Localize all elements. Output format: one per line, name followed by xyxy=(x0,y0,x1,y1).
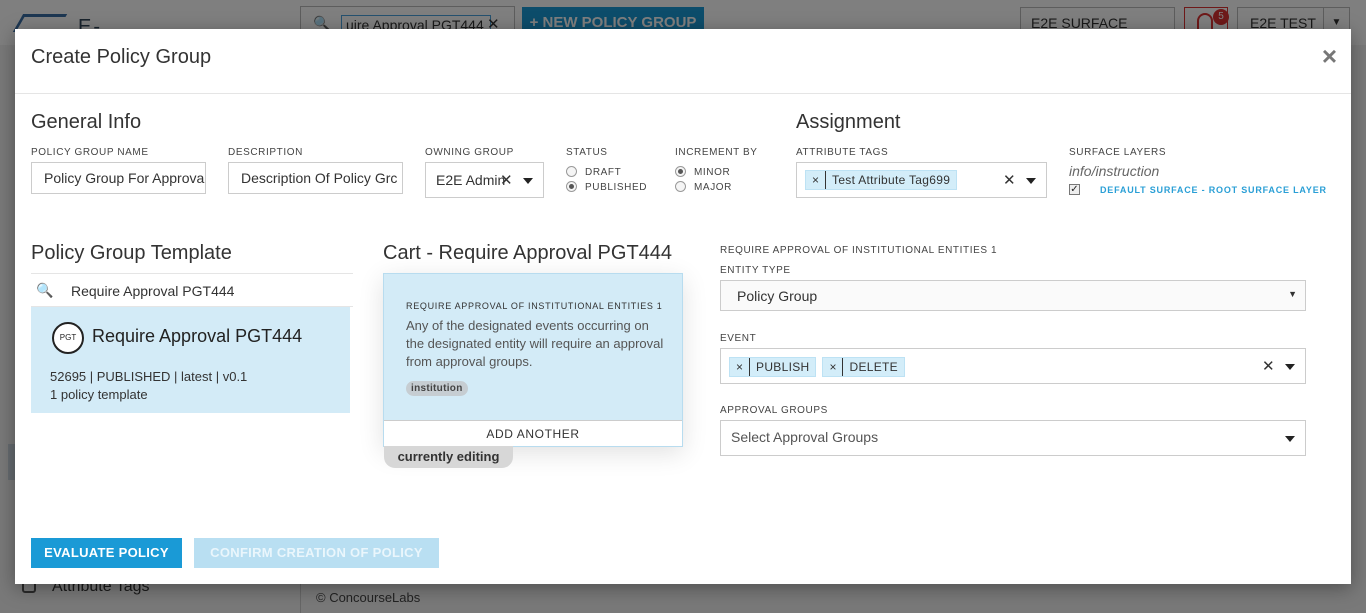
increment-minor-radio[interactable] xyxy=(675,166,686,177)
status-option-draft[interactable]: DRAFT xyxy=(566,166,621,178)
evaluate-policy-button[interactable]: EVALUATE POLICY xyxy=(31,538,182,568)
template-search-input[interactable]: Require Approval PGT444 xyxy=(71,283,234,299)
entity-type-label: ENTITY TYPE xyxy=(720,265,791,276)
add-another-button[interactable]: ADD ANOTHER xyxy=(384,420,682,446)
chevron-down-icon[interactable] xyxy=(523,178,533,184)
event-label: EVENT xyxy=(720,333,757,344)
status-published-label: PUBLISHED xyxy=(585,182,648,193)
config-heading: REQUIRE APPROVAL OF INSTITUTIONAL ENTITI… xyxy=(720,245,998,256)
template-section-title: Policy Group Template xyxy=(31,242,232,264)
pgt-logo-icon: PGT xyxy=(52,322,84,354)
general-info-title: General Info xyxy=(31,111,142,133)
approval-groups-label: APPROVAL GROUPS xyxy=(720,405,828,416)
modal-header: Create Policy Group × xyxy=(15,29,1351,94)
event-tag-label: PUBLISH xyxy=(756,360,810,374)
status-draft-radio[interactable] xyxy=(566,166,577,177)
close-icon[interactable]: × xyxy=(1322,43,1337,69)
event-tags: × PUBLISH × DELETE xyxy=(729,357,911,377)
surface-layers-label: SURFACE LAYERS xyxy=(1069,147,1167,158)
search-icon: 🔍 xyxy=(36,282,54,298)
remove-tag-icon[interactable]: × xyxy=(730,358,751,376)
clear-owning-group-icon[interactable]: ✕ xyxy=(500,173,513,188)
status-option-published[interactable]: PUBLISHED xyxy=(566,181,647,193)
confirm-creation-button[interactable]: CONFIRM CREATION OF POLICY xyxy=(194,538,439,568)
chevron-down-icon[interactable] xyxy=(1285,364,1295,370)
event-tag-chip: × PUBLISH xyxy=(729,357,817,377)
template-meta: 52695 | PUBLISHED | latest | v0.1 xyxy=(50,369,248,384)
assignment-title: Assignment xyxy=(796,111,901,133)
cart-item-card[interactable]: REQUIRE APPROVAL OF INSTITUTIONAL ENTITI… xyxy=(383,273,683,447)
entity-type-select[interactable]: Policy Group ▼ xyxy=(720,280,1306,311)
increment-option-major[interactable]: MAJOR xyxy=(675,181,732,193)
remove-tag-icon[interactable]: × xyxy=(806,171,827,189)
currently-editing-badge: currently editing xyxy=(384,446,513,468)
event-tag-label: DELETE xyxy=(849,360,898,374)
owning-group-value: E2E Admin xyxy=(436,172,506,188)
cart-item-title: REQUIRE APPROVAL OF INSTITUTIONAL ENTITI… xyxy=(406,301,663,311)
increment-major-radio[interactable] xyxy=(675,181,686,192)
increment-major-label: MAJOR xyxy=(694,182,732,193)
policy-group-name-input[interactable]: Policy Group For Approva xyxy=(31,162,206,194)
status-draft-label: DRAFT xyxy=(585,167,622,178)
event-tag-chip: × DELETE xyxy=(822,357,905,377)
approval-groups-select[interactable]: Select Approval Groups xyxy=(720,420,1306,456)
chevron-down-icon[interactable] xyxy=(1026,178,1036,184)
status-published-radio[interactable] xyxy=(566,181,577,192)
surface-layer-checkbox[interactable]: ✓ xyxy=(1069,184,1080,195)
attribute-tag-chip: × Test Attribute Tag699 xyxy=(805,170,958,190)
template-card[interactable]: PGT Require Approval PGT444 52695 | PUBL… xyxy=(31,307,350,413)
modal-title: Create Policy Group xyxy=(31,46,212,68)
increment-minor-label: MINOR xyxy=(694,167,731,178)
cart-item-description: Any of the designated events occurring o… xyxy=(406,318,664,369)
attribute-tags-select[interactable]: × Test Attribute Tag699 ✕ xyxy=(796,162,1047,198)
chevron-down-icon[interactable]: ▼ xyxy=(1288,289,1297,299)
template-search[interactable]: 🔍 Require Approval PGT444 xyxy=(31,273,353,307)
policy-group-name-label: POLICY GROUP NAME xyxy=(31,147,149,158)
remove-tag-icon[interactable]: × xyxy=(823,358,844,376)
status-label: STATUS xyxy=(566,147,608,158)
clear-events-icon[interactable]: ✕ xyxy=(1262,359,1275,374)
attribute-tags-label: ATTRIBUTE TAGS xyxy=(796,147,889,158)
description-input[interactable]: Description Of Policy Grc xyxy=(228,162,403,194)
template-name: Require Approval PGT444 xyxy=(92,326,303,346)
entity-type-value: Policy Group xyxy=(737,288,818,304)
surface-layers-hint: info/instruction xyxy=(1069,163,1160,179)
increment-by-label: INCREMENT BY xyxy=(675,147,758,158)
template-count: 1 policy template xyxy=(50,387,148,402)
owning-group-label: OWNING GROUP xyxy=(425,147,514,158)
cart-title: Cart - Require Approval PGT444 xyxy=(383,242,673,264)
create-policy-group-modal: Create Policy Group × General Info POLIC… xyxy=(15,29,1351,584)
increment-option-minor[interactable]: MINOR xyxy=(675,166,730,178)
surface-layer-link[interactable]: DEFAULT SURFACE - ROOT SURFACE LAYER xyxy=(1100,185,1327,195)
approval-groups-placeholder: Select Approval Groups xyxy=(731,429,879,445)
clear-attribute-tags-icon[interactable]: ✕ xyxy=(1003,173,1016,188)
institution-chip: institution xyxy=(406,381,468,396)
chevron-down-icon[interactable] xyxy=(1285,436,1295,442)
description-label: DESCRIPTION xyxy=(228,147,303,158)
attribute-tag-label: Test Attribute Tag699 xyxy=(832,173,951,187)
event-select[interactable]: × PUBLISH × DELETE ✕ xyxy=(720,348,1306,384)
owning-group-select[interactable]: E2E Admin ✕ xyxy=(425,162,544,198)
